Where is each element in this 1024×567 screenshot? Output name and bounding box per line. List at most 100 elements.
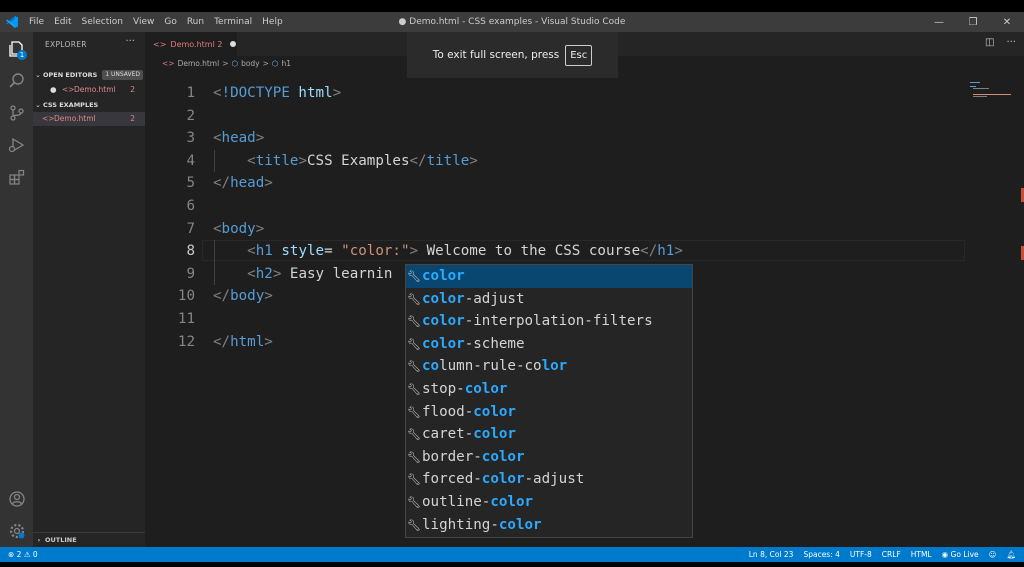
cursor-position[interactable]: Ln 8, Col 23 — [749, 547, 794, 562]
code-text: </html> — [213, 331, 273, 353]
element-icon: ⬡ — [271, 58, 279, 68]
breadcrumb-file[interactable]: Demo.html — [178, 59, 220, 68]
code-token: html — [298, 85, 333, 101]
suggestion-item[interactable]: 🔧︎color — [406, 265, 692, 288]
outline-section[interactable]: › OUTLINE — [33, 532, 145, 547]
close-icon[interactable]: ✕ — [990, 12, 1024, 32]
minimap-line — [970, 86, 976, 87]
account-icon — [8, 491, 25, 507]
suggestion-item[interactable]: 🔧︎lighting-color — [406, 514, 692, 537]
feedback-icon[interactable]: ☺ — [989, 547, 997, 562]
menu-file[interactable]: File — [29, 17, 44, 27]
split-editor-icon[interactable]: ◫ — [985, 37, 994, 48]
suggestion-item[interactable]: 🔧︎color-interpolation-filters — [406, 310, 692, 333]
menu-terminal[interactable]: Terminal — [214, 17, 252, 27]
tab-label: Demo.html 2 — [170, 39, 223, 49]
go-live-button[interactable]: ◉ Go Live — [942, 547, 979, 562]
explorer-title: EXPLORER — [45, 40, 87, 49]
suggestion-item[interactable]: 🔧︎stop-color — [406, 378, 692, 401]
minimize-icon[interactable]: — — [922, 12, 956, 32]
menu-view[interactable]: View — [133, 17, 154, 27]
suggestion-text: stop- — [422, 381, 465, 397]
code-text: <body> — [213, 218, 264, 240]
code-token: > — [298, 152, 307, 169]
accounts-button[interactable] — [0, 484, 33, 514]
indentation[interactable]: Spaces: 4 — [803, 547, 839, 562]
suggestion-item[interactable]: 🔧︎flood-color — [406, 401, 692, 424]
breadcrumb-body[interactable]: body — [241, 59, 260, 68]
code-line: 6 — [145, 195, 965, 217]
suggestion-item[interactable]: 🔧︎column-rule-color — [406, 355, 692, 378]
code-token: </ — [213, 333, 231, 350]
notifications-icon[interactable]: 🔔︎ — [1006, 547, 1016, 562]
code-token: h1 — [657, 243, 675, 260]
code-token: < — [213, 85, 222, 101]
code-token: < — [213, 220, 222, 237]
line-number: 11 — [177, 311, 195, 327]
chevron-down-icon: ⌄ — [35, 101, 41, 109]
esc-key[interactable]: Esc — [565, 44, 593, 66]
code-text: <!DOCTYPE html> — [213, 82, 341, 104]
suggestion-text: outline- — [422, 494, 491, 510]
code-token: > — [264, 288, 273, 305]
menu-run[interactable]: Run — [187, 17, 204, 27]
open-editor-item[interactable]: ● <> Demo.html 2 — [33, 83, 145, 97]
end-of-line[interactable]: CRLF — [882, 547, 901, 562]
html-file-icon: <> — [162, 58, 175, 68]
unsaved-dot-icon: ● — [50, 85, 57, 94]
language-mode[interactable]: HTML — [911, 547, 932, 562]
code-text: <h2> Easy learnin — [213, 263, 392, 285]
code-token: head — [221, 130, 256, 147]
extensions-button[interactable] — [0, 162, 33, 192]
html-file-icon: <> — [42, 114, 55, 123]
line-number: 12 — [177, 333, 195, 350]
code-text: <h1 style= "color:"> Welcome to the CSS … — [213, 240, 683, 262]
suggestion-item[interactable]: 🔧︎forced-color-adjust — [406, 468, 692, 491]
breadcrumb-separator: > — [262, 58, 269, 68]
suggestion-text: caret- — [422, 426, 474, 443]
suggestion-text: -scheme — [464, 335, 525, 352]
folder-file-item[interactable]: <> Demo.html 2 — [33, 112, 145, 126]
manage-button[interactable] — [0, 516, 33, 546]
vscode-logo-icon — [6, 16, 18, 28]
suggestion-item[interactable]: 🔧︎outline-color — [406, 491, 692, 514]
suggestion-text: -adjust — [524, 471, 585, 488]
search-button[interactable] — [0, 66, 33, 96]
menu-go[interactable]: Go — [164, 17, 176, 27]
suggestion-text: color — [422, 290, 465, 307]
code-line: 5 </head> — [145, 172, 965, 194]
suggestion-item[interactable]: 🔧︎border-color — [406, 446, 692, 469]
suggestion-text: lighting- — [422, 516, 499, 533]
menu-edit[interactable]: Edit — [54, 17, 71, 27]
encoding[interactable]: UTF-8 — [850, 547, 872, 562]
unsaved-dot-icon[interactable] — [230, 41, 237, 47]
status-bar: ⊗ 2 ⚠ 0 Ln 8, Col 23 Spaces: 4 UTF-8 CRL… — [0, 547, 1024, 562]
suggestion-item[interactable]: 🔧︎color-adjust — [406, 288, 692, 311]
more-actions-icon[interactable]: ··· — [125, 36, 135, 47]
suggestion-item[interactable]: 🔧︎color-scheme — [406, 333, 692, 356]
restore-icon[interactable]: ❐ — [956, 12, 990, 32]
minimap-line — [973, 88, 989, 89]
css-examples-section[interactable]: ⌄ CSS EXAMPLES — [33, 98, 145, 112]
problems-indicator[interactable]: ⊗ 2 ⚠ 0 — [8, 547, 38, 562]
breadcrumb-h1[interactable]: h1 — [281, 59, 291, 68]
suggestion-text: color — [422, 335, 465, 352]
code-token: </ — [409, 152, 427, 169]
vscode-window: File Edit Selection View Go Run Terminal Help ●… — [0, 12, 1024, 562]
source-control-button[interactable] — [0, 98, 33, 128]
line-number: 10 — [177, 288, 195, 305]
code-token: < — [213, 130, 222, 147]
explorer-button[interactable]: 1 — [0, 34, 33, 64]
menu-help[interactable]: Help — [262, 17, 283, 27]
suggestion-item[interactable]: 🔧︎caret-color — [406, 423, 692, 446]
open-editors-section[interactable]: ⌄ OPEN EDITORS 1 UNSAVED — [33, 68, 145, 82]
menu-selection[interactable]: Selection — [82, 17, 123, 27]
minimap-line — [973, 96, 987, 97]
tab-demo-html[interactable]: <> Demo.html 2 — [145, 32, 237, 56]
minimap[interactable] — [965, 70, 1024, 547]
more-actions-icon[interactable]: ··· — [1006, 37, 1016, 48]
property-wrench-icon: 🔧︎ — [407, 270, 421, 283]
run-debug-button[interactable] — [0, 130, 33, 160]
